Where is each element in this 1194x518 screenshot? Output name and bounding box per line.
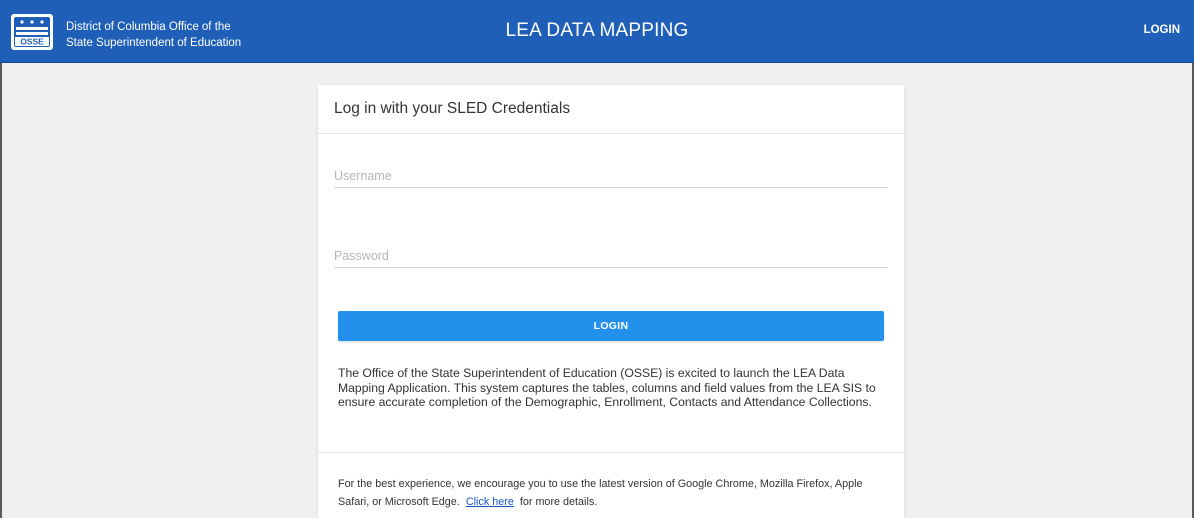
browser-recommendation: For the best experience, we encourage yo… xyxy=(338,475,886,511)
logo-text: OSSE xyxy=(20,37,44,47)
login-card: Log in with your SLED Credentials LOGIN … xyxy=(318,85,904,518)
intro-text: The Office of the State Superintendent o… xyxy=(338,366,876,409)
org-name-line1: District of Columbia Office of the xyxy=(66,21,231,33)
password-field[interactable] xyxy=(334,244,888,268)
browser-note-suffix: for more details. xyxy=(519,496,598,508)
org-name-line2: State Superintendent of Education xyxy=(66,37,242,49)
card-divider xyxy=(318,133,904,134)
osse-logo-icon: OSSE xyxy=(11,14,53,50)
username-field[interactable] xyxy=(334,164,888,188)
top-header-bar: OSSE District of Columbia Office of the … xyxy=(0,0,1194,63)
browser-note-text: For the best experience, we encourage yo… xyxy=(338,478,863,508)
organization-name: District of Columbia Office of the State… xyxy=(66,19,241,51)
card-divider-bottom xyxy=(318,452,904,453)
login-card-title: Log in with your SLED Credentials xyxy=(334,100,571,117)
header-login-link[interactable]: LOGIN xyxy=(1144,24,1180,36)
login-button[interactable]: LOGIN xyxy=(338,311,884,341)
click-here-link[interactable]: Click here xyxy=(466,496,514,508)
